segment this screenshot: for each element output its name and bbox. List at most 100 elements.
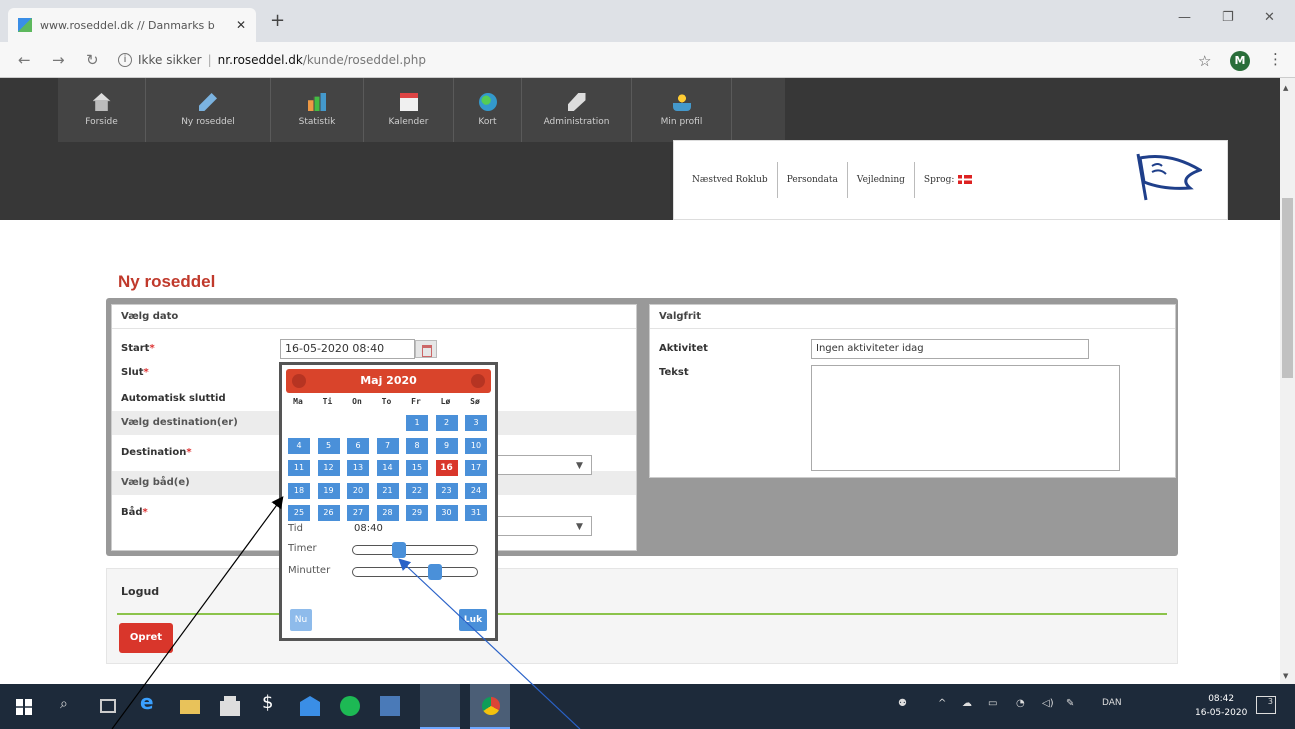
calendar-day[interactable]: 3 <box>465 415 487 431</box>
bookmark-star-icon[interactable]: ☆ <box>1198 52 1211 70</box>
calendar-day[interactable]: 22 <box>406 482 428 499</box>
new-tab-button[interactable]: + <box>270 10 285 31</box>
nav-item-administration[interactable]: Administration <box>522 78 632 142</box>
onedrive-icon[interactable]: ☁ <box>962 698 972 709</box>
calendar-day[interactable]: 24 <box>465 482 487 499</box>
language-indicator[interactable]: DAN <box>1102 698 1122 708</box>
scroll-down-icon[interactable]: ▼ <box>1283 672 1288 680</box>
nav-item-ny-roseddel[interactable]: Ny roseddel <box>146 78 271 142</box>
calendar-day[interactable]: 18 <box>288 482 310 499</box>
prev-month-icon[interactable] <box>292 374 306 388</box>
calendar-day[interactable]: 29 <box>406 505 428 521</box>
people-icon[interactable]: ⚉ <box>898 698 907 709</box>
nav-item-kalender[interactable]: Kalender <box>364 78 454 142</box>
task-view-icon[interactable] <box>100 699 116 713</box>
forward-icon[interactable]: → <box>52 51 65 69</box>
explorer-icon[interactable] <box>180 700 200 714</box>
scroll-up-icon[interactable]: ▲ <box>1283 84 1288 92</box>
calendar-day[interactable]: 7 <box>376 437 399 454</box>
calendar-day[interactable]: 1 <box>406 415 428 431</box>
next-month-icon[interactable] <box>471 374 485 388</box>
winamp-icon[interactable]: $ <box>262 692 282 713</box>
edge-icon[interactable]: e <box>140 690 160 714</box>
taskbar-clock[interactable]: 08:42 16-05-2020 <box>1195 692 1247 720</box>
calendar-day[interactable]: 11 <box>288 460 310 476</box>
calendar-day[interactable]: 28 <box>376 505 399 521</box>
nav-item-kort[interactable]: Kort <box>454 78 522 142</box>
text-area[interactable] <box>811 365 1120 471</box>
page-scrollbar[interactable]: ▲ ▼ <box>1280 78 1295 684</box>
battery-icon[interactable]: ▭ <box>988 698 997 709</box>
back-icon[interactable]: ← <box>18 51 31 69</box>
profile-avatar[interactable]: M <box>1230 51 1250 71</box>
minutes-slider-handle[interactable] <box>428 564 443 580</box>
language-selector[interactable]: Sprog: <box>915 162 981 198</box>
browser-menu-icon[interactable]: ⋮ <box>1268 50 1283 68</box>
volume-icon[interactable]: ◁) <box>1042 698 1054 709</box>
nav-label: Min profil <box>660 117 703 127</box>
close-window-icon[interactable]: ✕ <box>1264 10 1275 25</box>
calendar-day[interactable]: 15 <box>406 460 428 476</box>
calendar-day[interactable]: 20 <box>347 482 369 499</box>
activity-label: Aktivitet <box>659 343 708 354</box>
calendar-day[interactable]: 5 <box>317 437 340 454</box>
destination-label: Destination <box>121 447 187 458</box>
minutes-slider[interactable] <box>352 564 478 580</box>
nav-item-statistik[interactable]: Statistik <box>271 78 364 142</box>
calendar-day[interactable]: 2 <box>435 415 458 431</box>
reload-icon[interactable]: ↻ <box>86 51 99 69</box>
calendar-day[interactable]: 19 <box>317 482 340 499</box>
now-button[interactable]: Nu <box>290 609 312 631</box>
calendar-button-icon[interactable] <box>415 340 437 358</box>
tray-chevron-icon[interactable]: ^ <box>938 698 946 709</box>
persondata-link[interactable]: Persondata <box>778 162 848 198</box>
url-field[interactable]: i Ikke sikker | nr.roseddel.dk /kunde/ro… <box>118 48 1178 72</box>
calendar-day[interactable]: 6 <box>347 437 369 454</box>
vejledning-link[interactable]: Vejledning <box>848 162 915 198</box>
info-icon[interactable]: i <box>118 53 132 67</box>
calendar-day[interactable]: 17 <box>465 460 487 476</box>
calendar-day[interactable]: 26 <box>317 505 340 521</box>
calendar-day[interactable]: 9 <box>435 437 458 454</box>
create-button[interactable]: Opret <box>119 623 173 653</box>
pen-icon[interactable]: ✎ <box>1066 698 1074 709</box>
calendar-day[interactable]: 23 <box>435 482 458 499</box>
maximize-icon[interactable]: ❐ <box>1222 10 1234 25</box>
start-date-input[interactable]: 16-05-2020 08:40 <box>280 339 415 359</box>
calendar-day[interactable]: 10 <box>465 437 487 454</box>
spotify-icon[interactable] <box>340 696 360 716</box>
store-icon[interactable] <box>220 696 240 716</box>
calendar-day[interactable]: 4 <box>288 437 310 454</box>
scrollbar-thumb[interactable] <box>1282 198 1293 378</box>
calendar-day[interactable]: 30 <box>435 505 458 521</box>
activity-field[interactable]: Ingen aktiviteter idag <box>811 339 1089 359</box>
chrome-icon[interactable] <box>482 697 500 715</box>
calendar-day[interactable]: 31 <box>465 505 487 521</box>
calendar-day[interactable]: 13 <box>347 460 369 476</box>
network-icon[interactable]: ◔ <box>1016 698 1025 709</box>
hours-slider-handle[interactable] <box>392 542 407 558</box>
app-icon[interactable] <box>380 696 400 716</box>
calendar-day[interactable]: 25 <box>288 505 310 521</box>
tab-title: www.roseddel.dk // Danmarks b <box>40 18 215 32</box>
tab-close-icon[interactable]: ✕ <box>236 18 246 32</box>
active-word-icon[interactable] <box>420 684 460 729</box>
logud-label: Logud <box>121 585 160 598</box>
calendar-day[interactable]: 8 <box>406 437 428 454</box>
minimize-icon[interactable]: — <box>1178 10 1191 25</box>
notification-center-icon[interactable]: 3 <box>1256 696 1276 714</box>
search-icon[interactable]: ⌕ <box>60 696 80 716</box>
hours-slider[interactable] <box>352 542 478 558</box>
nav-item-min-profil[interactable]: Min profil <box>632 78 732 142</box>
club-name-link[interactable]: Næstved Roklub <box>674 162 778 198</box>
close-button[interactable]: Luk <box>459 609 487 631</box>
calendar-day[interactable]: 12 <box>317 460 340 476</box>
nav-item-forside[interactable]: Forside <box>58 78 146 142</box>
mail-icon[interactable] <box>300 696 320 716</box>
calendar-day-selected[interactable]: 16 <box>435 460 458 476</box>
browser-tab[interactable]: www.roseddel.dk // Danmarks b ✕ <box>8 8 256 42</box>
calendar-day[interactable]: 27 <box>347 505 369 521</box>
calendar-day[interactable]: 21 <box>376 482 399 499</box>
start-icon[interactable] <box>16 699 32 715</box>
calendar-day[interactable]: 14 <box>376 460 399 476</box>
